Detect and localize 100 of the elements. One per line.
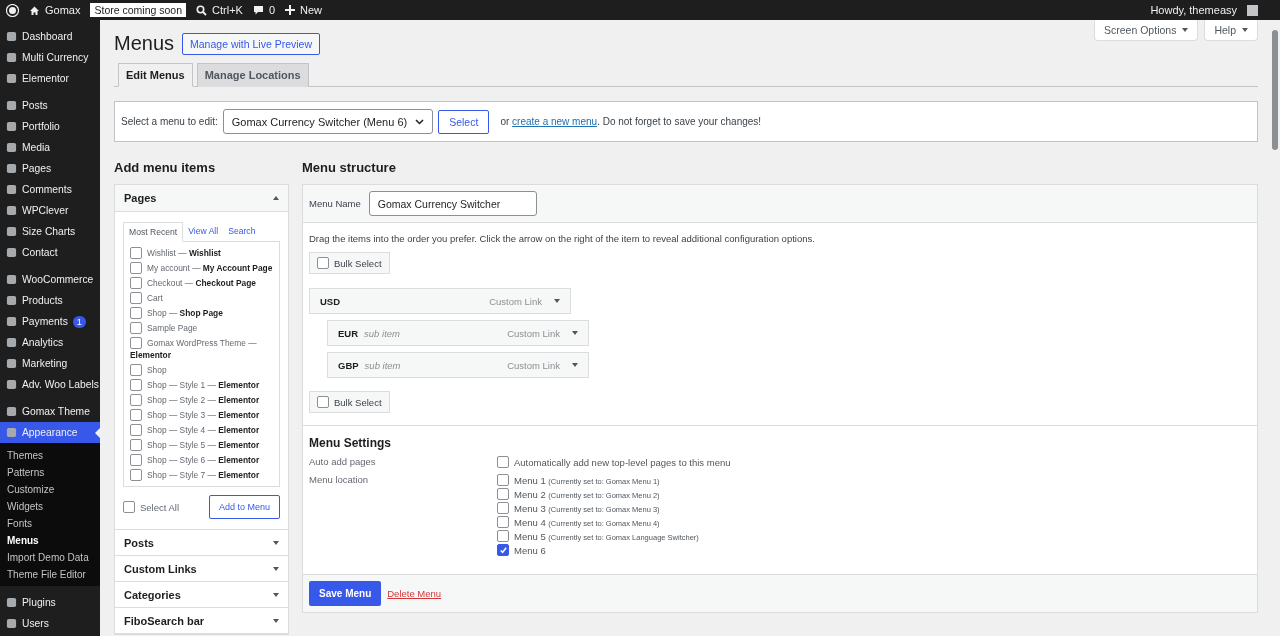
tab[interactable]: Manage Locations	[196, 63, 309, 87]
delete-menu-link[interactable]: Delete Menu	[387, 588, 442, 599]
accordion-header[interactable]: Posts	[115, 530, 288, 556]
comments-count[interactable]: 0	[268, 4, 276, 16]
sidebar-item[interactable]: Dashboard	[0, 26, 100, 47]
option-label[interactable]: Automatically add new top-level pages to this menu	[514, 456, 731, 468]
tab[interactable]: Edit Menus	[118, 63, 193, 87]
submenu-item[interactable]: Import Demo Data	[0, 549, 100, 566]
checkbox[interactable]	[130, 379, 142, 391]
home-icon[interactable]	[29, 4, 40, 16]
bulk-select-button[interactable]: Bulk Select	[309, 252, 390, 274]
sidebar-item[interactable]: Pages	[0, 158, 100, 179]
sidebar-item[interactable]: Products	[0, 290, 100, 311]
page-option[interactable]: Shop — Shop Page	[130, 307, 273, 319]
checkbox[interactable]	[497, 474, 509, 486]
page-option[interactable]: Shop	[130, 364, 273, 376]
checkbox[interactable]	[497, 530, 509, 542]
panel-tab[interactable]: View All	[183, 222, 224, 241]
checkbox[interactable]	[317, 396, 329, 408]
sidebar-item[interactable]: Analytics	[0, 332, 100, 353]
submenu-item[interactable]: Menus	[0, 532, 100, 549]
menu-name-field[interactable]: Gomax Currency Switcher	[368, 191, 537, 216]
sidebar-item[interactable]: Gomax Theme	[0, 401, 100, 422]
sidebar-item[interactable]: Size Charts	[0, 221, 100, 242]
page-option[interactable]: Shop — Style 5 — Elementor	[130, 439, 273, 451]
menu-item[interactable]: USD Custom Link	[309, 288, 571, 314]
page-option[interactable]: Shop — Style 2 — Elementor	[130, 394, 273, 406]
submenu-item[interactable]: Customize	[0, 481, 100, 498]
plus-icon[interactable]	[285, 5, 296, 15]
checkbox[interactable]	[130, 394, 142, 406]
avatar-icon[interactable]	[1247, 4, 1258, 16]
checkbox[interactable]	[123, 501, 135, 513]
checkbox[interactable]	[130, 262, 142, 274]
submenu-item[interactable]: Theme File Editor	[0, 566, 100, 583]
page-option[interactable]: Cart	[130, 292, 273, 304]
page-option[interactable]: Shop — Style 3 — Elementor	[130, 409, 273, 421]
select-all-label[interactable]: Select All	[140, 501, 180, 513]
submenu-item[interactable]: Widgets	[0, 498, 100, 515]
site-name[interactable]: Gomax	[45, 4, 81, 16]
search-shortcut[interactable]: Ctrl+K	[212, 4, 243, 16]
sidebar-item[interactable]: Marketing	[0, 353, 100, 374]
page-option[interactable]: Shop — Style 1 — Elementor	[130, 379, 273, 391]
menu-item[interactable]: GBP sub item Custom Link	[327, 352, 589, 378]
checkbox[interactable]	[130, 454, 142, 466]
panel-tab[interactable]: Search	[223, 222, 261, 241]
submenu-item[interactable]: Patterns	[0, 464, 100, 481]
checkbox[interactable]	[130, 337, 142, 349]
sidebar-item[interactable]: Portfolio	[0, 116, 100, 137]
checkbox[interactable]	[497, 456, 509, 468]
checkbox[interactable]	[130, 307, 142, 319]
sidebar-item[interactable]: Users	[0, 613, 100, 634]
select-button[interactable]: Select	[438, 109, 490, 134]
checkbox[interactable]	[497, 502, 509, 514]
checkbox[interactable]	[497, 488, 509, 500]
accordion-header[interactable]: Custom Links	[115, 556, 288, 582]
checkbox[interactable]	[497, 516, 509, 528]
checkbox[interactable]	[317, 257, 329, 269]
sidebar-item[interactable]: Contact	[0, 242, 100, 263]
menu-dropdown[interactable]: Gomax Currency Switcher (Menu 6)	[222, 109, 434, 134]
accordion-header[interactable]: FiboSearch bar	[115, 608, 288, 634]
menu-item[interactable]: EUR sub item Custom Link	[327, 320, 589, 346]
page-option[interactable]: Shop — Style 4 — Elementor	[130, 424, 273, 436]
checkbox[interactable]	[130, 277, 142, 289]
checkbox[interactable]	[130, 322, 142, 334]
sidebar-item[interactable]: WooCommerce	[0, 269, 100, 290]
accordion-header[interactable]: Pages	[115, 185, 288, 212]
checkbox[interactable]	[497, 544, 509, 556]
search-icon[interactable]	[196, 4, 208, 16]
live-preview-button[interactable]: Manage with Live Preview	[182, 32, 320, 55]
save-menu-button[interactable]: Save Menu	[309, 581, 382, 606]
checkbox[interactable]	[130, 247, 142, 259]
accordion-header[interactable]: Categories	[115, 582, 288, 608]
submenu-item[interactable]: Fonts	[0, 515, 100, 532]
user-greeting[interactable]: Howdy, themeasy	[1150, 4, 1237, 16]
checkbox[interactable]	[130, 364, 142, 376]
add-to-menu-button[interactable]: Add to Menu	[208, 495, 280, 519]
sidebar-item[interactable]: WPClever	[0, 200, 100, 221]
page-option[interactable]: Sample Page	[130, 322, 273, 334]
option-label[interactable]: Menu 6	[514, 544, 546, 556]
screen-options-button[interactable]: Screen Options	[1094, 20, 1199, 41]
page-option[interactable]: Shop — Style 7 — Elementor	[130, 469, 273, 481]
page-option[interactable]: My account — My Account Page	[130, 262, 273, 274]
checkbox[interactable]	[130, 439, 142, 451]
bulk-select-button[interactable]: Bulk Select	[309, 391, 390, 413]
sidebar-item[interactable]: Plugins	[0, 592, 100, 613]
checkbox[interactable]	[130, 409, 142, 421]
page-option[interactable]: Shop — Style 6 — Elementor	[130, 454, 273, 466]
sidebar-item[interactable]: Adv. Woo Labels	[0, 374, 100, 395]
page-option[interactable]: Checkout — Checkout Page	[130, 277, 273, 289]
page-option[interactable]: Wishlist — Wishlist	[130, 247, 273, 259]
page-option[interactable]: Gomax WordPress Theme — Elementor	[130, 337, 273, 361]
sidebar-item[interactable]: Posts	[0, 95, 100, 116]
help-button[interactable]: Help	[1204, 20, 1258, 41]
checkbox[interactable]	[130, 424, 142, 436]
comment-icon[interactable]	[252, 4, 264, 16]
logo-icon[interactable]	[6, 3, 19, 17]
checkbox[interactable]	[130, 292, 142, 304]
checkbox[interactable]	[130, 469, 142, 481]
panel-tab[interactable]: Most Recent	[123, 222, 184, 242]
sidebar-item[interactable]: Comments	[0, 179, 100, 200]
